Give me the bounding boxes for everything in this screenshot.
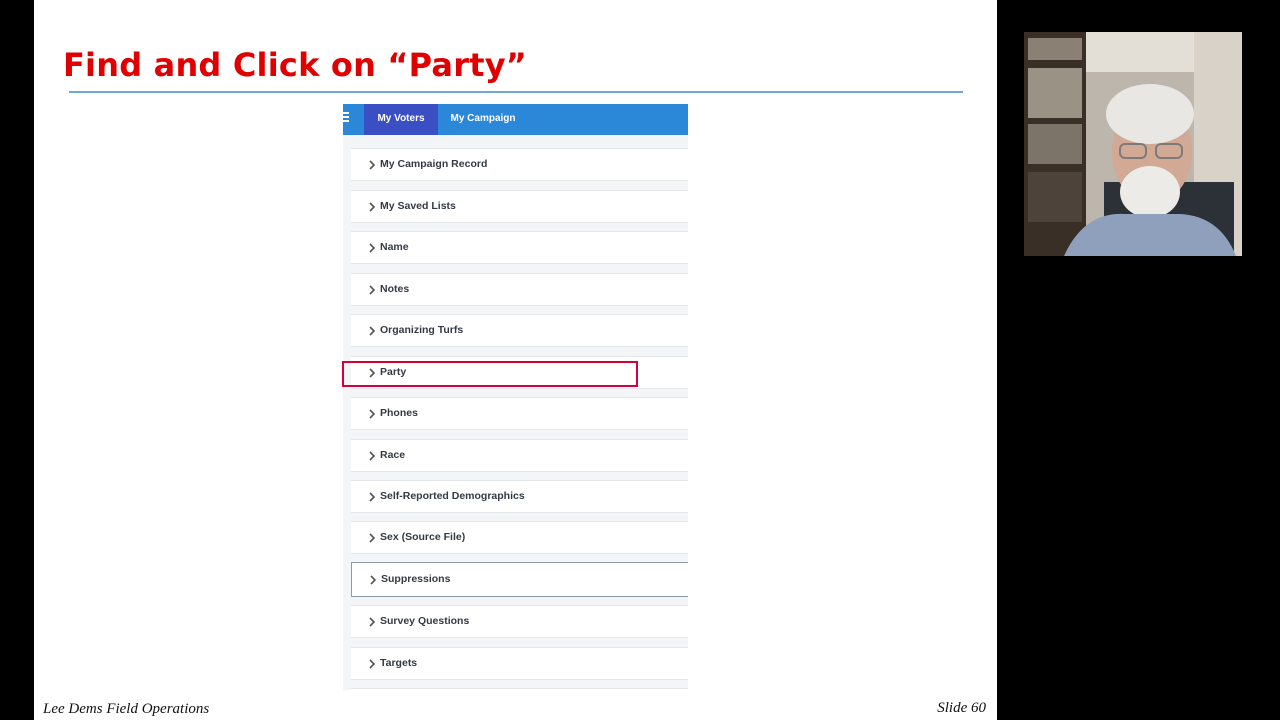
app-top-bar: My Voters My Campaign bbox=[343, 104, 688, 135]
chevron-right-icon bbox=[368, 451, 376, 461]
accordion-item-suppressions[interactable]: Suppressions bbox=[351, 562, 688, 597]
chevron-right-icon bbox=[368, 202, 376, 212]
votebuilder-screenshot: My Voters My Campaign My Campaign Record… bbox=[343, 104, 688, 690]
accordion-item-my-campaign-record[interactable]: My Campaign Record bbox=[351, 148, 688, 181]
chevron-right-icon bbox=[368, 533, 376, 543]
accordion-item-label: Suppressions bbox=[381, 573, 451, 585]
slide-title: Find and Click on “Party” bbox=[63, 46, 527, 84]
chevron-right-icon bbox=[368, 243, 376, 253]
accordion-item-label: Sex (Source File) bbox=[380, 531, 466, 543]
presentation-slide: Find and Click on “Party” My Voters My C… bbox=[34, 0, 997, 720]
accordion-item-label: Notes bbox=[380, 283, 410, 295]
accordion-item-notes[interactable]: Notes bbox=[351, 273, 688, 306]
slide-number: Slide 60 bbox=[937, 700, 986, 716]
tab-my-voters[interactable]: My Voters bbox=[364, 104, 438, 135]
accordion-item-label: Self-Reported Demographics bbox=[380, 490, 525, 502]
accordion-item-label: Race bbox=[380, 449, 406, 461]
chevron-right-icon bbox=[369, 575, 377, 585]
accordion-item-self-reported-demographics[interactable]: Self-Reported Demographics bbox=[351, 480, 688, 513]
accordion-item-phones[interactable]: Phones bbox=[351, 397, 688, 430]
accordion-item-label: Survey Questions bbox=[380, 615, 470, 627]
accordion-item-label: Targets bbox=[380, 657, 418, 669]
hamburger-icon[interactable] bbox=[343, 112, 349, 124]
party-highlight-box bbox=[342, 361, 638, 387]
accordion-item-my-saved-lists[interactable]: My Saved Lists bbox=[351, 190, 688, 223]
accordion-item-sex-source-file[interactable]: Sex (Source File) bbox=[351, 521, 688, 554]
chevron-right-icon bbox=[368, 617, 376, 627]
accordion-item-label: Name bbox=[380, 241, 409, 253]
slide-footer-source: Lee Dems Field Operations bbox=[43, 701, 210, 717]
accordion-item-organizing-turfs[interactable]: Organizing Turfs bbox=[351, 314, 688, 347]
accordion-item-targets[interactable]: Targets bbox=[351, 647, 688, 680]
presenter-webcam-video bbox=[1024, 32, 1242, 256]
chevron-right-icon bbox=[368, 492, 376, 502]
accordion-item-label: Phones bbox=[380, 407, 418, 419]
chevron-right-icon bbox=[368, 160, 376, 170]
accordion-item-name[interactable]: Name bbox=[351, 231, 688, 264]
accordion-item-race[interactable]: Race bbox=[351, 439, 688, 472]
accordion-item-survey-questions[interactable]: Survey Questions bbox=[351, 605, 688, 638]
accordion-item-label: My Saved Lists bbox=[380, 200, 456, 212]
accordion-item-partial bbox=[351, 688, 688, 690]
accordion-item-label: Organizing Turfs bbox=[380, 324, 464, 336]
chevron-right-icon bbox=[368, 659, 376, 669]
chevron-right-icon bbox=[368, 409, 376, 419]
chevron-right-icon bbox=[368, 285, 376, 295]
accordion-item-label: My Campaign Record bbox=[380, 158, 488, 170]
tab-my-campaign[interactable]: My Campaign bbox=[443, 104, 523, 135]
chevron-right-icon bbox=[368, 326, 376, 336]
title-divider bbox=[69, 91, 963, 93]
